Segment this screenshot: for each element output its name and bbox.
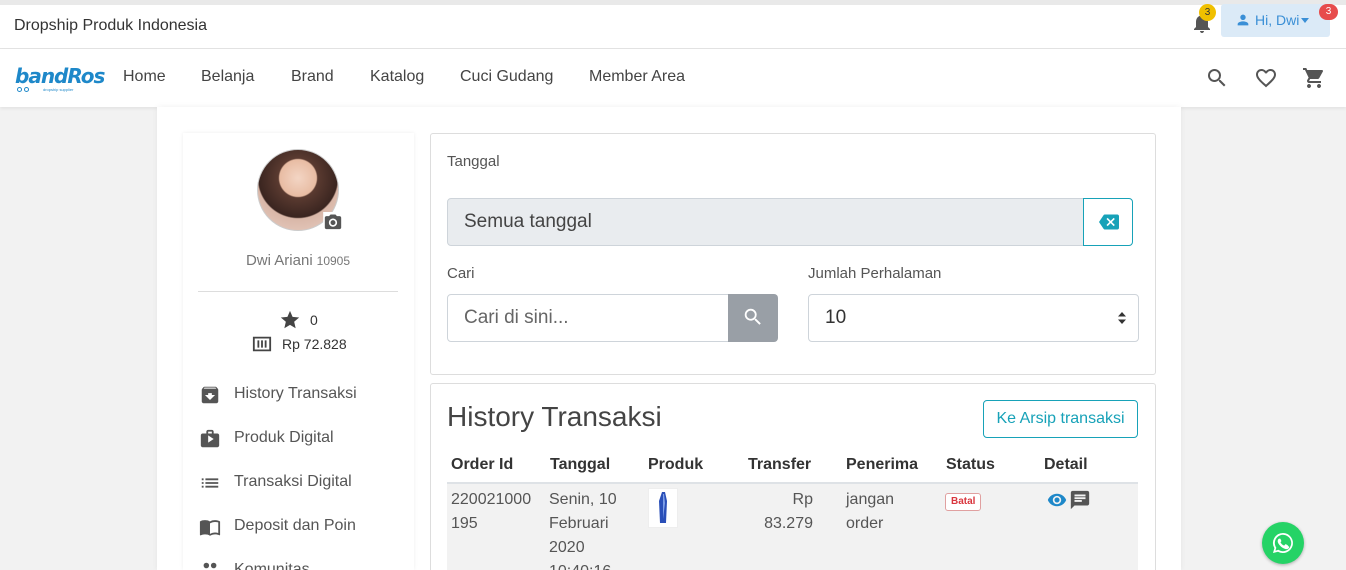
per-page-label: Jumlah Perhalaman [808, 265, 942, 282]
column-header: Detail [1044, 456, 1088, 473]
cart-badge: 3 [1319, 4, 1338, 20]
date-cell: Senin, 10 Februari 2020 10:40:16 [549, 488, 617, 570]
order-id-cell: 220021000 195 [451, 488, 531, 536]
column-header: Penerima [846, 456, 919, 473]
archive-button[interactable]: Ke Arsip transaksi [983, 400, 1138, 438]
main-nav: bandRos dropship supplier Home Belanja B… [0, 49, 1346, 107]
order-id-line: 220021000 [451, 491, 532, 508]
star-icon [280, 310, 300, 329]
user-icon [1237, 14, 1249, 26]
column-header: Produk [648, 456, 704, 473]
sidebar-item-label: Transaksi Digital [234, 473, 352, 490]
nav-cuci-gudang[interactable]: Cuci Gudang [460, 68, 553, 86]
book-icon [199, 520, 221, 536]
logo-wheel [24, 87, 29, 92]
balance-value: Rp 72.828 [282, 336, 347, 352]
profile-name: Dwi Ariani [245, 252, 313, 269]
nav-member-area[interactable]: Member Area [589, 68, 685, 86]
notification-badge: 3 [1199, 4, 1216, 21]
divider [198, 291, 398, 292]
nav-belanja[interactable]: Belanja [201, 68, 254, 86]
clear-date-button[interactable] [1083, 198, 1133, 246]
column-header: Transfer [748, 456, 812, 473]
recipient-cell: jangan order [846, 488, 894, 536]
whatsapp-icon [1273, 533, 1293, 553]
list-icon [201, 478, 219, 488]
column-header: Tanggal [550, 456, 611, 473]
search-label: Cari [447, 265, 475, 282]
recipient-line: jangan [846, 491, 895, 508]
logo-wheel [17, 87, 22, 92]
briefcase-play-icon [200, 429, 220, 448]
transfer-line: Rp [792, 491, 813, 508]
per-page-value: 10 [825, 307, 847, 328]
search-icon[interactable] [1205, 66, 1229, 90]
per-page-select[interactable]: 10 [808, 294, 1139, 342]
date-range-input[interactable]: Semua tanggal [447, 198, 1084, 246]
backspace-icon [1099, 214, 1119, 230]
order-id-line: 195 [451, 515, 478, 532]
search-input[interactable]: Cari di sini... [447, 294, 729, 342]
date-line: Senin, 10 [549, 491, 617, 508]
column-header: Order Id [451, 456, 514, 473]
column-header: Status [946, 456, 995, 473]
whatsapp-button[interactable] [1262, 522, 1304, 564]
history-title: History Transaksi [447, 401, 662, 432]
user-greeting: Hi, Dwi [1255, 12, 1300, 28]
status-badge: Batal [945, 493, 982, 511]
nav-katalog[interactable]: Katalog [370, 68, 424, 86]
camera-icon[interactable] [323, 212, 343, 230]
sidebar-item-label: Komunitas [234, 561, 310, 570]
transfer-line: 83.279 [764, 515, 813, 532]
chevron-down-icon [1301, 17, 1310, 23]
logo-text: bandRos [15, 64, 105, 88]
date-label: Tanggal [447, 153, 500, 170]
cart-icon[interactable] [1302, 66, 1326, 90]
date-line: 10:40:16 [549, 560, 617, 570]
heart-icon[interactable] [1254, 66, 1278, 90]
site-title: Dropship Produk Indonesia [14, 17, 208, 34]
archive-icon [201, 386, 219, 404]
sidebar-item-label: Produk Digital [234, 429, 334, 446]
transfer-cell: Rp 83.279 [748, 488, 813, 536]
eye-icon[interactable] [1045, 490, 1069, 510]
user-id: 10905 [316, 254, 351, 268]
recipient-line: order [846, 515, 884, 532]
user-menu-button[interactable]: Hi, Dwi [1221, 4, 1330, 37]
date-line: Februari [549, 515, 609, 532]
select-arrows-icon [1118, 312, 1126, 324]
product-thumbnail[interactable] [648, 488, 678, 528]
logo[interactable]: bandRos dropship supplier [15, 64, 105, 93]
nav-brand[interactable]: Brand [291, 68, 334, 86]
sidebar-item-label: History Transaksi [234, 385, 357, 402]
product-image [659, 492, 667, 523]
sidebar-item-label: Deposit dan Poin [234, 517, 356, 534]
search-button[interactable] [728, 294, 778, 342]
nav-home[interactable]: Home [123, 68, 166, 86]
logo-subtext: dropship supplier [43, 87, 74, 92]
profile-name-row: Dwi Ariani 10905 [198, 252, 398, 269]
points-value: 0 [310, 312, 318, 328]
money-icon [252, 336, 272, 352]
top-bar: Dropship Produk Indonesia [0, 0, 1346, 49]
people-icon [203, 562, 217, 569]
chat-icon[interactable] [1069, 489, 1091, 511]
date-line: 2020 [549, 539, 585, 556]
search-icon [744, 308, 761, 325]
